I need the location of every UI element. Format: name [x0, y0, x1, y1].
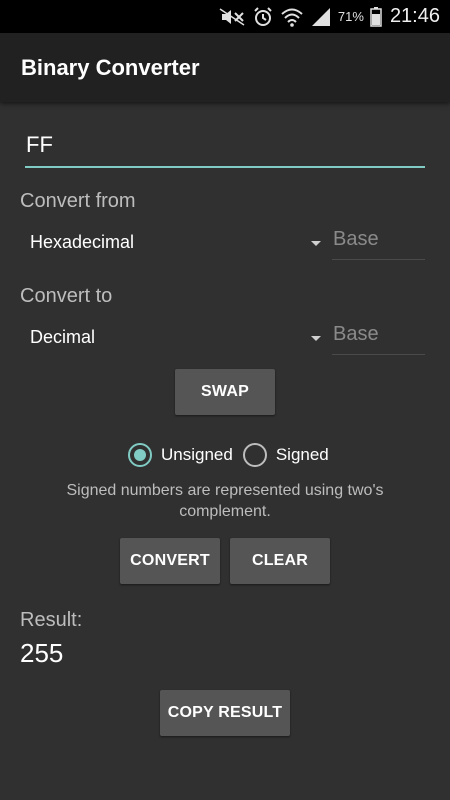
convert-to-selected: Decimal	[30, 326, 96, 347]
app-title: Binary Converter	[21, 54, 200, 80]
radio-unsigned[interactable]: Unsigned	[128, 443, 233, 467]
status-time: 21:46	[389, 5, 440, 27]
radio-checked-icon	[128, 443, 152, 467]
result-value: 255	[20, 638, 64, 668]
result-label: Result:	[20, 609, 83, 631]
convert-from-spinner[interactable]: Hexadecimal	[20, 222, 325, 262]
radio-signed-label: Signed	[275, 445, 329, 464]
convert-button[interactable]: CONVERT	[120, 538, 220, 584]
battery-percent: 71%	[337, 9, 364, 24]
copy-result-button[interactable]: COPY RESULT	[160, 690, 290, 736]
signed-hint-text: Signed numbers are represented using two…	[66, 482, 384, 520]
convert-from-selected: Hexadecimal	[30, 231, 135, 252]
clear-button[interactable]: CLEAR	[230, 538, 330, 584]
app-bar: Binary Converter	[0, 33, 450, 102]
dropdown-arrow-icon	[311, 335, 321, 341]
from-base-input[interactable]	[332, 220, 425, 260]
convert-from-label: Convert from	[20, 190, 136, 212]
convert-to-spinner[interactable]: Decimal	[20, 317, 325, 357]
radio-signed[interactable]: Signed	[242, 443, 329, 467]
mute-icon	[218, 7, 246, 27]
status-bar: 71% 21:46	[0, 0, 450, 33]
convert-to-label: Convert to	[20, 285, 113, 307]
wifi-icon	[280, 7, 304, 27]
radio-unsigned-label: Unsigned	[161, 445, 233, 464]
radio-unchecked-icon	[242, 443, 267, 467]
alarm-icon	[252, 6, 274, 28]
to-base-input[interactable]	[332, 315, 425, 355]
battery-icon	[370, 6, 382, 27]
sign-mode-radio-group: Unsigned Signed	[128, 441, 339, 469]
dropdown-arrow-icon	[311, 240, 321, 246]
swap-button[interactable]: SWAP	[175, 369, 275, 415]
signal-icon	[310, 7, 332, 27]
number-input[interactable]	[25, 124, 425, 168]
